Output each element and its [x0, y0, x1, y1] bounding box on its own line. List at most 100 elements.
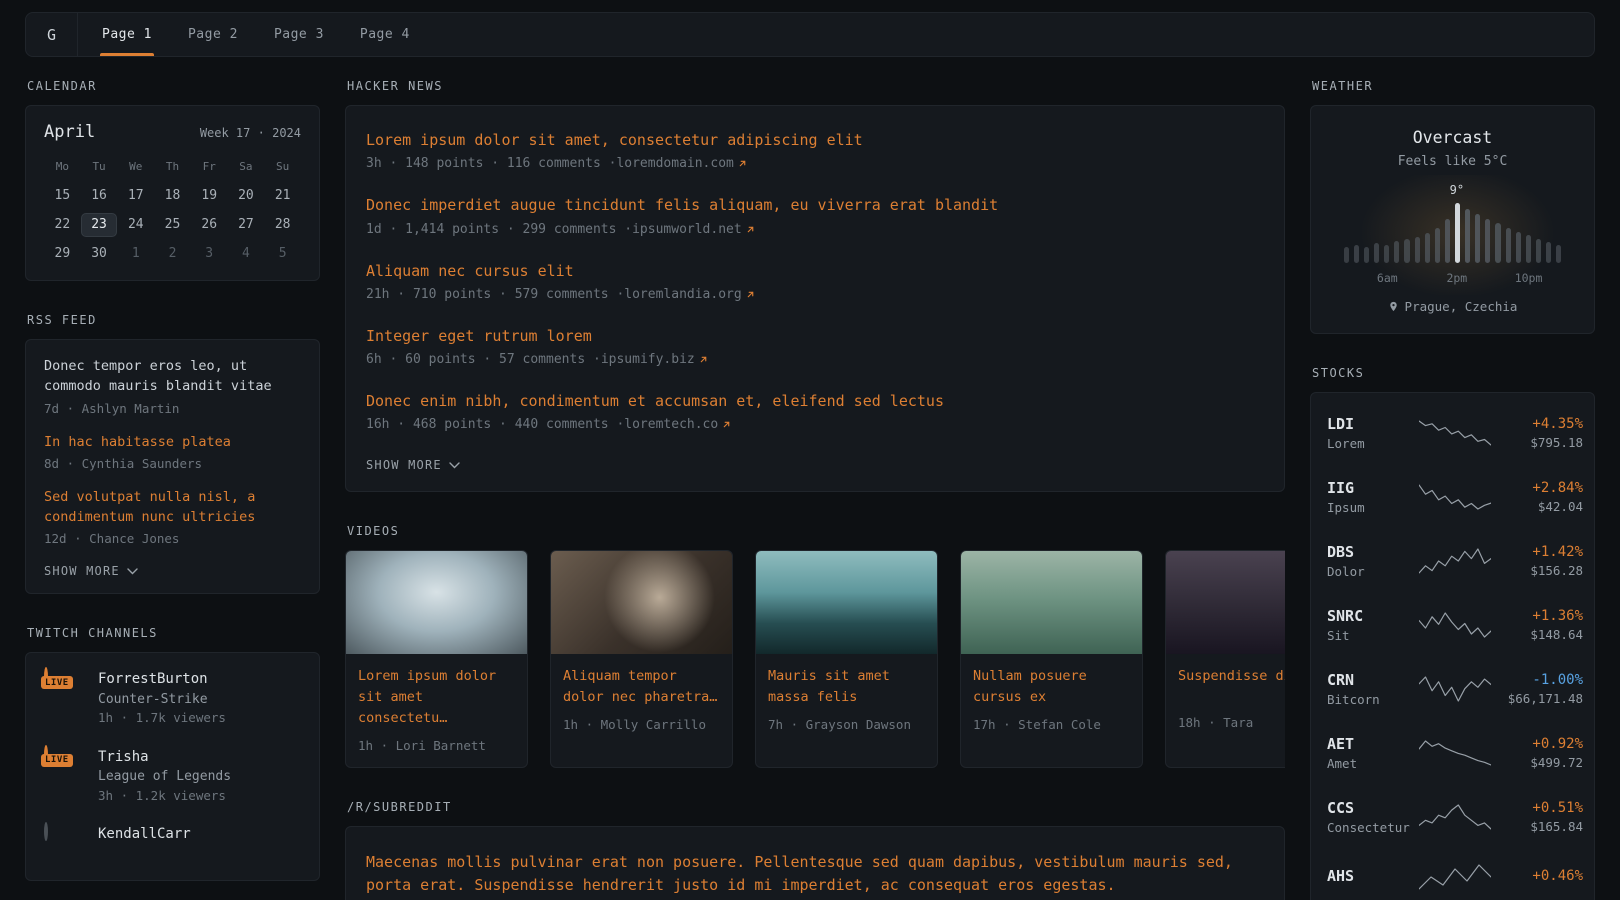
calendar-dow: We [117, 156, 154, 179]
hn-story-link[interactable]: Donec imperdiet augue tincidunt felis al… [366, 195, 1264, 215]
hn-show-more-button[interactable]: SHOW MORE [366, 458, 460, 472]
stock-symbol: AET [1327, 735, 1419, 753]
weather-hourly-bars [1344, 203, 1561, 263]
stock-quote: +0.46% [1491, 868, 1583, 887]
calendar-widget-title: CALENDAR [27, 79, 320, 93]
calendar-dow: Fr [191, 156, 228, 179]
hn-story-link[interactable]: Lorem ipsum dolor sit amet, consectetur … [366, 130, 1264, 150]
hn-meta-text: 21h · 710 points · 579 comments · [366, 287, 624, 302]
video-card[interactable]: Lorem ipsum dolor sit amet consectetu… 1… [345, 550, 528, 768]
hn-source-link[interactable]: ipsumify.biz [601, 352, 708, 367]
calendar-day-next-month: 4 [228, 242, 265, 266]
live-badge: LIVE [41, 676, 73, 689]
hn-meta-text: 1d · 1,414 points · 299 comments · [366, 222, 632, 237]
videos-widget: VIDEOS Lorem ipsum dolor sit amet consec… [345, 524, 1285, 768]
weather-location: Prague, Czechia [1388, 299, 1518, 314]
stock-row-dbs[interactable]: DBS Dolor +1.42% $156.28 [1327, 529, 1578, 593]
calendar-week-year: Week 17 · 2024 [200, 126, 301, 140]
stock-price: $66,171.48 [1491, 691, 1583, 706]
tab-page-1[interactable]: Page 1 [102, 13, 152, 56]
stock-change: +0.51% [1491, 800, 1583, 816]
stock-quote: +1.36% $148.64 [1491, 608, 1583, 642]
weather-peak-temp: 9° [1450, 183, 1464, 197]
weather-time-label: 2pm [1446, 271, 1467, 285]
app-logo[interactable]: G [26, 13, 78, 56]
stock-row-snrc[interactable]: SNRC Sit +1.36% $148.64 [1327, 593, 1578, 657]
calendar-day: 18 [154, 184, 191, 208]
hn-source-link[interactable]: ipsumworld.net [632, 222, 755, 237]
calendar-day-next-month: 2 [154, 242, 191, 266]
video-card[interactable]: Suspendisse diam 18h · Tara [1165, 550, 1285, 768]
subreddit-widget-title: /R/SUBREDDIT [347, 800, 1285, 814]
video-card[interactable]: Nullam posuere cursus ex 17h · Stefan Co… [960, 550, 1143, 768]
stock-change: +1.36% [1491, 608, 1583, 624]
stock-row-ahs[interactable]: AHS +0.46% [1327, 849, 1578, 900]
stock-quote: +1.42% $156.28 [1491, 544, 1583, 578]
subreddit-post-link[interactable]: Maecenas mollis pulvinar erat non posuer… [366, 851, 1264, 898]
video-thumbnail [961, 551, 1142, 654]
video-card[interactable]: Aliquam tempor dolor nec pharetra… 1h · … [550, 550, 733, 768]
top-nav: G Page 1 Page 2 Page 3 Page 4 [25, 12, 1595, 57]
stock-row-iig[interactable]: IIG Ipsum +2.84% $42.04 [1327, 465, 1578, 529]
stock-row-ldi[interactable]: LDI Lorem +4.35% $795.18 [1327, 401, 1578, 465]
rss-item-link[interactable]: Sed volutpat nulla nisl, a condimentum n… [44, 487, 301, 528]
rss-item-link[interactable]: Donec tempor eros leo, ut commodo mauris… [44, 356, 301, 397]
stock-sparkline [1419, 419, 1491, 447]
channel-name: KendallCarr [98, 824, 191, 844]
stock-sparkline [1419, 483, 1491, 511]
calendar-day: 21 [264, 184, 301, 208]
channel-avatar: LIVE [44, 669, 84, 684]
channel-info: ForrestBurton Counter-Strike 1h · 1.7k v… [98, 669, 226, 728]
stock-sparkline [1419, 739, 1491, 767]
external-link-icon [746, 290, 755, 299]
stock-name: Bitcorn [1327, 692, 1419, 707]
stock-identity: CRN Bitcorn [1327, 671, 1419, 707]
hn-story-link[interactable]: Donec enim nibh, condimentum et accumsan… [366, 391, 1264, 411]
tab-page-2[interactable]: Page 2 [188, 13, 238, 56]
channel-game: League of Legends [98, 767, 231, 787]
stock-sparkline [1419, 863, 1491, 891]
calendar-day-next-month: 5 [264, 242, 301, 266]
weather-widget: WEATHER Overcast Feels like 5°C 9° 6am 2… [1310, 79, 1595, 334]
location-pin-icon [1388, 300, 1399, 313]
videos-row: Lorem ipsum dolor sit amet consectetu… 1… [345, 550, 1285, 768]
tab-page-3[interactable]: Page 3 [274, 13, 324, 56]
weather-card: Overcast Feels like 5°C 9° 6am 2pm 10pm [1310, 105, 1595, 334]
stock-row-ccs[interactable]: CCS Consectetur +0.51% $165.84 [1327, 785, 1578, 849]
stock-row-crn[interactable]: CRN Bitcorn -1.00% $66,171.48 [1327, 657, 1578, 721]
rss-show-more-button[interactable]: SHOW MORE [44, 564, 138, 578]
chevron-down-icon [127, 568, 138, 575]
twitch-channel-trisha[interactable]: LIVE Trisha League of Legends 3h · 1.2k … [44, 747, 301, 806]
weather-condition: Overcast [1329, 128, 1576, 147]
video-meta: 1h · Lori Barnett [358, 738, 515, 753]
hn-story-link[interactable]: Aliquam nec cursus elit [366, 261, 1264, 281]
calendar-day-next-month: 1 [117, 242, 154, 266]
video-thumbnail [1166, 551, 1285, 654]
rss-item-link[interactable]: In hac habitasse platea [44, 432, 301, 452]
stock-name: Consectetur [1327, 820, 1419, 835]
channel-viewers: 3h · 1.2k viewers [98, 787, 231, 806]
stock-price: $165.84 [1491, 819, 1583, 834]
video-thumbnail [551, 551, 732, 654]
calendar-day: 30 [81, 242, 118, 266]
stock-symbol: DBS [1327, 543, 1419, 561]
subreddit-card: Maecenas mollis pulvinar erat non posuer… [345, 826, 1285, 900]
calendar-dow: Tu [81, 156, 118, 179]
stock-row-aet[interactable]: AET Amet +0.92% $499.72 [1327, 721, 1578, 785]
stock-change: +2.84% [1491, 480, 1583, 496]
hn-source-link[interactable]: loremtech.co [624, 417, 731, 432]
twitch-widget: TWITCH CHANNELS LIVE ForrestBurton Count… [25, 626, 320, 880]
stock-identity: AET Amet [1327, 735, 1419, 771]
twitch-channel-forrestburton[interactable]: LIVE ForrestBurton Counter-Strike 1h · 1… [44, 669, 301, 728]
video-card[interactable]: Mauris sit amet massa felis 7h · Grayson… [755, 550, 938, 768]
hn-source-link[interactable]: loremlandia.org [624, 287, 754, 302]
hackernews-item: Integer eget rutrum lorem 6h · 60 points… [366, 326, 1264, 367]
stock-quote: +4.35% $795.18 [1491, 416, 1583, 450]
twitch-channel-kendallcarr[interactable]: KendallCarr [44, 824, 301, 844]
dashboard-content: CALENDAR April Week 17 · 2024 Mo Tu We [0, 79, 1620, 900]
tab-page-4[interactable]: Page 4 [360, 13, 410, 56]
hn-story-link[interactable]: Integer eget rutrum lorem [366, 326, 1264, 346]
weather-feels-like: Feels like 5°C [1329, 154, 1576, 169]
hn-source-link[interactable]: loremdomain.com [616, 156, 746, 171]
calendar-widget: CALENDAR April Week 17 · 2024 Mo Tu We [25, 79, 320, 281]
